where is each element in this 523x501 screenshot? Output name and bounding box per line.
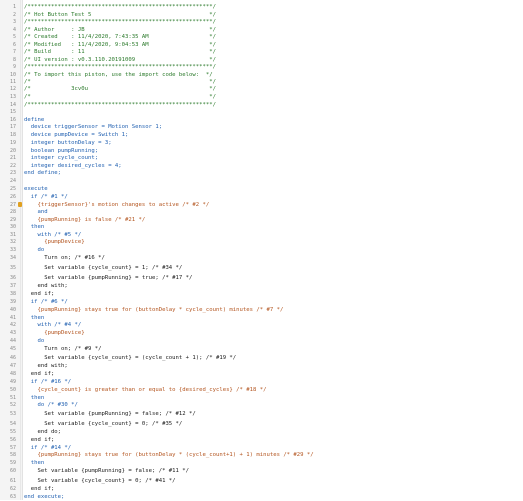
code-line: 46 Set variable {cycle_count} = (cycle_c… — [0, 354, 523, 362]
line-number: 62 — [9, 486, 16, 492]
code-line: 45 Turn on; /* #9 */ — [0, 345, 523, 353]
code-line: 25 execute — [0, 185, 523, 193]
line-number: 12 — [9, 86, 16, 92]
line-number: 36 — [9, 275, 16, 281]
line-number: 45 — [9, 346, 16, 352]
code-line: 47 end with; — [0, 362, 523, 370]
code-text: do /* #30 */ — [24, 402, 78, 408]
line-number: 35 — [9, 265, 16, 271]
code-line: 23 end define; — [0, 169, 523, 177]
code-text: with /* #4 */ — [24, 322, 82, 328]
code-line: 44 do — [0, 337, 523, 345]
code-line: 17 device triggerSensor = Motion Sensor … — [0, 123, 523, 131]
code-text: {pumpRunning} stays true for (buttonDela… — [24, 452, 314, 458]
code-line: 42 with /* #4 */ — [0, 321, 523, 329]
code-text: Set variable {cycle_count} = 0; /* #35 *… — [24, 421, 183, 427]
code-text: Set variable {cycle_count} = 0; /* #41 *… — [24, 478, 176, 484]
line-number: 48 — [9, 371, 16, 377]
code-text: end do; — [24, 429, 62, 435]
line-number: 54 — [9, 421, 16, 427]
code-line: 24 — [0, 177, 523, 185]
code-line: 34 Turn on; /* #16 */ — [0, 254, 523, 262]
code-text: then — [24, 460, 45, 466]
line-number: 61 — [9, 478, 16, 484]
line-number: 24 — [9, 178, 16, 184]
code-text: execute — [24, 186, 48, 192]
code-line: 55 end do; — [0, 428, 523, 436]
code-line: 35 Set variable {cycle_count} = 1; /* #3… — [0, 264, 523, 272]
code-text: if /* #6 */ — [24, 299, 68, 305]
code-text: do — [24, 246, 45, 253]
code-line: 12 /* 3cv0u */ — [0, 85, 523, 93]
code-line: 53 Set variable {pumpRunning} = false; /… — [0, 410, 523, 418]
code-text: Set variable {pumpRunning} = true; /* #1… — [24, 275, 193, 281]
line-number: 47 — [9, 363, 16, 369]
code-text: device pumpDevice = Switch 1; — [24, 132, 129, 138]
line-number: 17 — [9, 124, 16, 130]
line-number: 52 — [9, 402, 16, 408]
code-text: Set variable {cycle_count} = (cycle_coun… — [24, 355, 237, 361]
code-text: end if; — [24, 291, 55, 297]
code-text: /* 3cv0u */ — [24, 86, 216, 92]
line-number: 44 — [9, 337, 16, 344]
code-text: if /* #16 */ — [24, 379, 72, 385]
line-number: 46 — [9, 355, 16, 361]
code-line: 33 do — [0, 246, 523, 254]
line-number: 34 — [9, 255, 16, 261]
code-line: 61 Set variable {cycle_count} = 0; /* #4… — [0, 477, 523, 485]
code-line: 52 do /* #30 */ — [0, 401, 523, 409]
piston-code-editor: 1/**************************************… — [0, 0, 523, 500]
code-text: end with; — [24, 363, 68, 369]
code-text: Set variable {pumpRunning} = false; /* #… — [24, 411, 196, 417]
code-text: end with; — [24, 283, 68, 289]
code-line: 49 if /* #16 */ — [0, 378, 523, 386]
line-number: 58 — [9, 452, 16, 458]
line-number: 49 — [9, 379, 16, 385]
code-text: end define; — [24, 170, 62, 176]
line-number: 59 — [9, 460, 16, 466]
code-text: Turn on; /* #16 */ — [24, 255, 105, 261]
breakpoint-marker[interactable] — [18, 201, 22, 207]
code-text: end if; — [24, 371, 55, 377]
line-number: 18 — [9, 132, 16, 138]
code-text: device triggerSensor = Motion Sensor 1; — [24, 124, 163, 130]
code-line: 58 {pumpRunning} stays true for (buttonD… — [0, 451, 523, 459]
code-text: do — [24, 337, 45, 344]
line-number: 55 — [9, 429, 16, 435]
code-line: 39 if /* #6 */ — [0, 298, 523, 306]
line-number: 25 — [9, 186, 16, 192]
code-text: end if; — [24, 486, 55, 492]
code-line: 60 Set variable {pumpRunning} = false; /… — [0, 467, 523, 475]
code-line: 62 end if; — [0, 485, 523, 493]
code-line: 54 Set variable {cycle_count} = 0; /* #3… — [0, 420, 523, 428]
line-number: 38 — [9, 291, 16, 297]
code-line: 18 device pumpDevice = Switch 1; — [0, 131, 523, 139]
line-number: 37 — [9, 283, 16, 289]
code-line: 48 end if; — [0, 370, 523, 378]
line-number: 39 — [9, 299, 16, 305]
line-number: 42 — [9, 322, 16, 328]
code-line: 59 then — [0, 459, 523, 467]
line-number: 23 — [9, 170, 16, 176]
line-number: 33 — [9, 246, 16, 253]
code-text: Set variable {pumpRunning} = false; /* #… — [24, 468, 190, 474]
line-number: 53 — [9, 411, 16, 417]
code-text: Turn on; /* #9 */ — [24, 346, 102, 352]
line-number: 60 — [9, 468, 16, 474]
code-line: 36 Set variable {pumpRunning} = true; /*… — [0, 274, 523, 282]
code-text: Set variable {cycle_count} = 1; /* #34 *… — [24, 265, 183, 271]
code-line: 37 end with; — [0, 282, 523, 290]
code-line: 38 end if; — [0, 290, 523, 298]
